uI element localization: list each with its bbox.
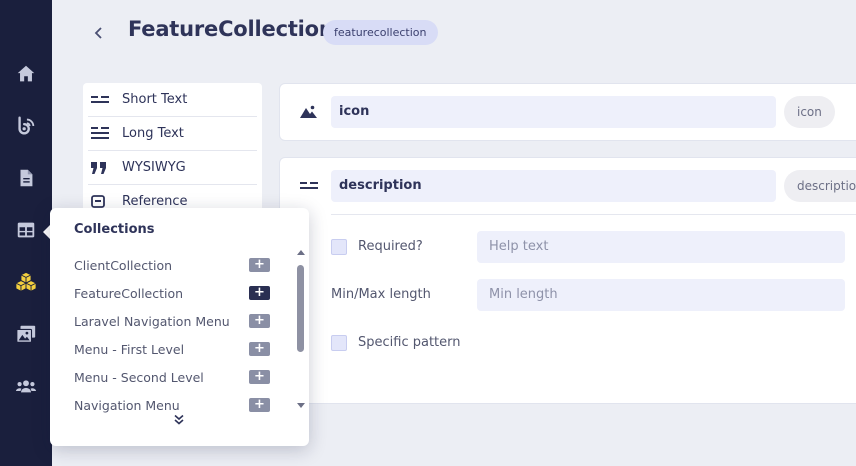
add-button[interactable]: + <box>249 398 270 412</box>
field-card-icon[interactable]: icon icon <box>279 83 856 141</box>
field-type-label: Long Text <box>122 126 184 141</box>
collection-item-label: Laravel Navigation Menu <box>74 313 230 329</box>
field-card-description[interactable]: description description Required? Help t… <box>279 157 856 404</box>
long-text-icon <box>91 127 113 141</box>
short-text-icon <box>91 93 113 107</box>
collection-item-label: Navigation Menu <box>74 397 180 413</box>
field-type-short-text[interactable]: Short Text <box>88 83 257 117</box>
collections-popover: Collections ClientCollection + FeatureCo… <box>50 208 309 446</box>
field-name-input[interactable]: icon <box>331 96 776 128</box>
popover-title: Collections <box>74 222 155 237</box>
field-name-input[interactable]: description <box>331 170 776 202</box>
field-type-wysiwyg[interactable]: WYSIWYG <box>88 151 257 185</box>
quote-icon <box>91 161 113 175</box>
pattern-label: Specific pattern <box>358 335 461 350</box>
collection-item[interactable]: Menu - Second Level + <box>74 366 270 388</box>
add-button[interactable]: + <box>249 258 270 272</box>
image-icon <box>298 102 320 122</box>
page-title: FeatureCollection <box>128 17 334 41</box>
collection-item[interactable]: Menu - First Level + <box>74 338 270 360</box>
pattern-checkbox[interactable] <box>331 335 347 351</box>
collection-item-label: Menu - Second Level <box>74 369 204 385</box>
add-button[interactable]: + <box>249 286 270 300</box>
double-chevron-down-icon[interactable] <box>173 414 185 426</box>
divider <box>331 214 856 215</box>
chevron-left-icon <box>94 27 102 39</box>
collection-item-label: Menu - First Level <box>74 341 185 357</box>
field-type-list: Short Text Long Text WYSIWYG Reference <box>83 83 262 223</box>
table-icon[interactable] <box>14 218 38 242</box>
users-icon[interactable] <box>14 374 38 398</box>
field-type-label: Short Text <box>122 92 188 107</box>
collection-item[interactable]: Laravel Navigation Menu + <box>74 310 270 332</box>
field-type-long-text[interactable]: Long Text <box>88 117 257 151</box>
collection-item[interactable]: FeatureCollection + <box>74 282 270 304</box>
reference-icon <box>91 195 113 209</box>
add-button[interactable]: + <box>249 342 270 356</box>
collection-item[interactable]: ClientCollection + <box>74 254 270 276</box>
media-icon[interactable] <box>14 322 38 346</box>
short-text-icon <box>298 176 320 196</box>
help-text-input[interactable]: Help text <box>477 231 845 263</box>
cubes-icon[interactable] <box>14 270 38 294</box>
document-icon[interactable] <box>14 166 38 190</box>
collection-item-label: ClientCollection <box>74 257 173 273</box>
scroll-up-arrow[interactable] <box>297 250 305 255</box>
field-type-label: WYSIWYG <box>122 160 186 175</box>
home-icon[interactable] <box>14 62 38 86</box>
scroll-down-arrow[interactable] <box>297 403 305 408</box>
slug-badge: featurecollection <box>323 20 438 45</box>
back-button[interactable] <box>90 22 108 44</box>
collection-item-label: FeatureCollection <box>74 285 184 301</box>
add-button[interactable]: + <box>249 314 270 328</box>
required-label: Required? <box>358 239 423 254</box>
field-slug-pill: icon <box>784 96 835 128</box>
field-type-label: Reference <box>122 194 188 209</box>
required-checkbox[interactable] <box>331 239 347 255</box>
blog-icon[interactable] <box>14 114 38 138</box>
field-slug-pill: description <box>784 170 856 202</box>
add-button[interactable]: + <box>249 370 270 384</box>
scrollbar-thumb[interactable] <box>297 265 304 352</box>
min-length-input[interactable]: Min length <box>477 279 845 311</box>
minmax-label: Min/Max length <box>331 287 431 302</box>
collection-item[interactable]: Navigation Menu + <box>74 394 270 416</box>
